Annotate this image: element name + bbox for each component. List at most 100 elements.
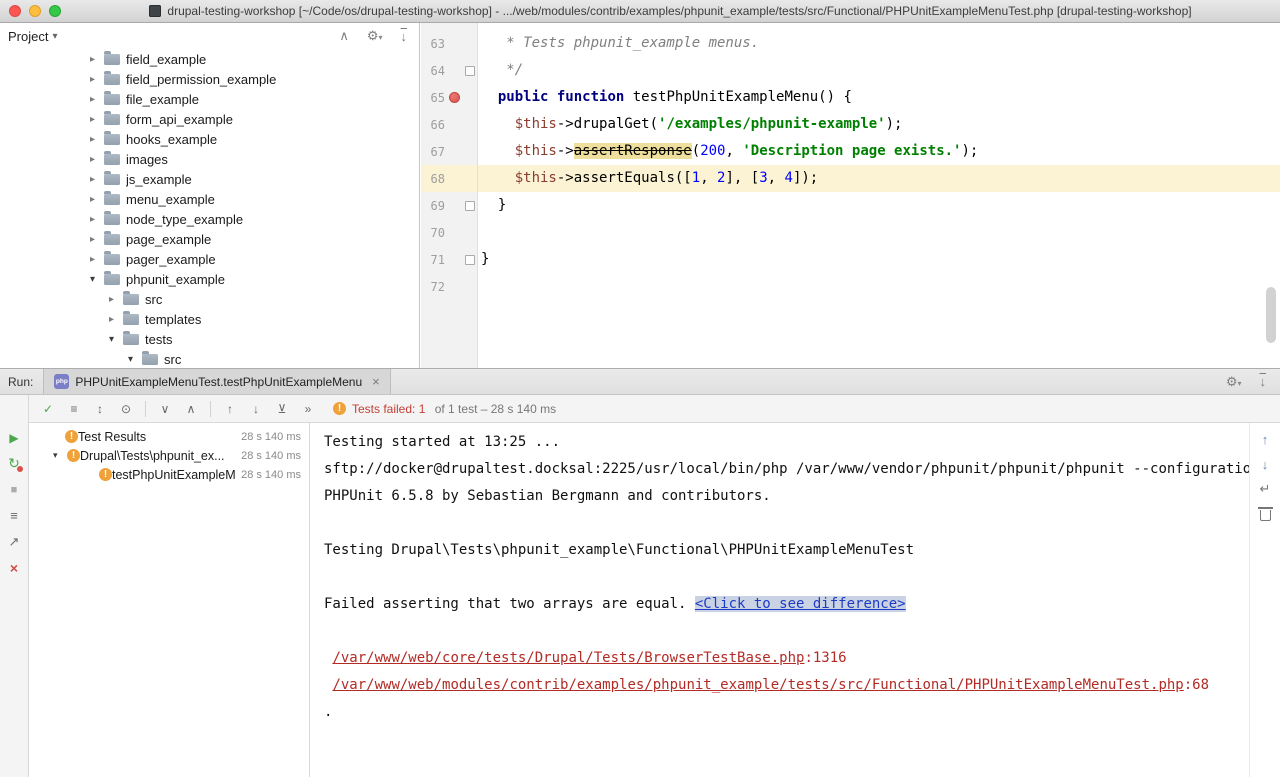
code-line[interactable]: 66 $this->drupalGet('/examples/phpunit-e… <box>421 111 1280 138</box>
fold-marker-icon[interactable] <box>463 201 476 211</box>
close-tab-icon[interactable]: × <box>372 374 380 389</box>
code-line[interactable]: 63 * Tests phpunit_example menus. <box>421 30 1280 57</box>
project-panel-title[interactable]: Project <box>8 29 48 44</box>
project-tree-item[interactable]: ▸images <box>0 149 419 169</box>
editor[interactable]: 63 * Tests phpunit_example menus.64 */65… <box>421 23 1280 368</box>
project-tree-item[interactable]: ▸pager_example <box>0 249 419 269</box>
chevron-right-icon[interactable]: ▸ <box>90 254 104 265</box>
project-tree-item[interactable]: ▸field_example <box>0 49 419 69</box>
test-tree-item[interactable]: ▾!Drupal\Tests\phpunit_ex...28 s 140 ms <box>29 446 309 465</box>
soft-wrap-icon[interactable]: ↵ <box>1256 481 1274 497</box>
previous-failed-test-icon[interactable]: ↑ <box>219 399 241 419</box>
collapse-all-icon[interactable]: ∧ <box>339 28 349 44</box>
chevron-down-icon[interactable]: ▾ <box>53 450 67 461</box>
code-token: * Tests phpunit_example menus. <box>481 35 759 51</box>
project-tree-item[interactable]: ▸page_example <box>0 229 419 249</box>
hide-run-panel-icon[interactable]: ↓ <box>1260 374 1267 389</box>
chevron-right-icon[interactable]: ▸ <box>90 94 104 105</box>
project-tree-item[interactable]: ▸node_type_example <box>0 209 419 229</box>
chevron-right-icon[interactable]: ▸ <box>90 194 104 205</box>
breakpoint-icon[interactable] <box>445 92 463 103</box>
chevron-right-icon[interactable]: ▸ <box>90 114 104 125</box>
project-tree-item[interactable]: ▸src <box>0 289 419 309</box>
stacktrace-file-link[interactable]: /var/www/web/modules/contrib/examples/ph… <box>332 677 1183 693</box>
test-console[interactable]: Testing started at 13:25 ...sftp://docke… <box>310 423 1250 777</box>
restore-layout-button[interactable]: ≡ <box>3 505 25 526</box>
collapse-all-icon[interactable]: ∧ <box>180 399 202 419</box>
hide-panel-icon[interactable]: ↓ <box>401 29 408 44</box>
chevron-down-icon[interactable]: ▾ <box>90 274 104 285</box>
scroll-up-icon[interactable]: ↑ <box>1256 431 1274 447</box>
run-left-toolbar: ▶ ↻ ■ ≡ ↗ × <box>0 395 29 777</box>
editor-gutter <box>421 23 478 30</box>
show-passed-icon[interactable]: ✓ <box>37 399 59 419</box>
chevron-down-icon[interactable]: ▾ <box>52 31 57 42</box>
code-line[interactable]: 64 */ <box>421 57 1280 84</box>
close-run-panel-button[interactable]: × <box>3 557 25 578</box>
project-tree-item[interactable]: ▸form_api_example <box>0 109 419 129</box>
open-results-button[interactable]: ↗ <box>3 531 25 552</box>
code-token: } <box>481 197 506 213</box>
project-tree-item[interactable]: ▾src <box>0 349 419 368</box>
code-line[interactable]: 72 <box>421 273 1280 300</box>
chevron-right-icon[interactable]: ▸ <box>109 294 123 305</box>
fold-marker-icon[interactable] <box>463 255 476 265</box>
minimize-window-button[interactable] <box>29 5 41 17</box>
import-test-results-icon[interactable]: ⊻ <box>271 399 293 419</box>
fold-marker-icon[interactable] <box>463 66 476 76</box>
project-tree-item[interactable]: ▸file_example <box>0 89 419 109</box>
clear-console-icon[interactable] <box>1256 506 1274 522</box>
expand-all-icon[interactable]: ∨ <box>154 399 176 419</box>
sort-alphabetically-icon[interactable]: ↕ <box>89 399 111 419</box>
project-tree-item[interactable]: ▾ tests <box>0 329 419 349</box>
show-ignored-icon[interactable]: ≡ <box>63 399 85 419</box>
gear-glyph: ⚙ <box>367 28 379 43</box>
code-line[interactable]: 70 <box>421 219 1280 246</box>
editor-gutter: 69 <box>421 192 478 219</box>
chevron-right-icon[interactable]: ▸ <box>90 174 104 185</box>
fold-box <box>465 255 475 265</box>
test-tree-item[interactable]: !testPhpUnitExampleM28 s 140 ms <box>29 465 309 484</box>
chevron-right-icon[interactable]: ▸ <box>90 54 104 65</box>
rerun-test-button[interactable]: ▶ <box>3 427 25 448</box>
test-tree-item[interactable]: !Test Results28 s 140 ms <box>29 427 309 446</box>
folder-name: tests <box>145 332 172 347</box>
project-tree-item[interactable]: ▸field_permission_example <box>0 69 419 89</box>
code-text: $this->assertEquals([1, 2], [3, 4]); <box>478 165 1280 192</box>
rerun-failed-tests-button[interactable]: ↻ <box>3 453 25 474</box>
project-tree-item[interactable]: ▾phpunit_example <box>0 269 419 289</box>
code-line[interactable]: 69 } <box>421 192 1280 219</box>
gear-icon[interactable]: ⚙▾ <box>367 28 383 44</box>
code-token: ], [ <box>725 170 759 186</box>
fold-box <box>465 66 475 76</box>
chevron-right-icon[interactable]: ▸ <box>109 314 123 325</box>
stop-button[interactable]: ■ <box>3 479 25 500</box>
project-tree-item[interactable]: ▸js_example <box>0 169 419 189</box>
run-tab[interactable]: php PHPUnitExampleMenuTest.testPhpUnitEx… <box>43 369 390 394</box>
chevron-down-icon[interactable]: ▾ <box>109 334 123 345</box>
code-line[interactable]: 67 $this->assertResponse(200, 'Descripti… <box>421 138 1280 165</box>
zoom-window-button[interactable] <box>49 5 61 17</box>
project-tree-item[interactable]: ▸hooks_example <box>0 129 419 149</box>
next-failed-test-icon[interactable]: ↓ <box>245 399 267 419</box>
chevron-right-icon[interactable]: ▸ <box>90 74 104 85</box>
stacktrace-file-link[interactable]: /var/www/web/core/tests/Drupal/Tests/Bro… <box>332 650 804 666</box>
code-line[interactable]: 71} <box>421 246 1280 273</box>
code-line[interactable]: 68 $this->assertEquals([1, 2], [3, 4]); <box>421 165 1280 192</box>
chevron-right-icon[interactable]: ▸ <box>90 134 104 145</box>
run-settings-gear-icon[interactable]: ⚙▾ <box>1226 374 1242 390</box>
sort-by-duration-icon[interactable]: ⊙ <box>115 399 137 419</box>
chevron-down-icon[interactable]: ▾ <box>128 354 142 365</box>
code-line[interactable]: 65 public function testPhpUnitExampleMen… <box>421 84 1280 111</box>
chevron-right-icon[interactable]: ▸ <box>90 234 104 245</box>
chevron-right-icon[interactable]: ▸ <box>90 154 104 165</box>
project-tree-item[interactable]: ▸menu_example <box>0 189 419 209</box>
click-to-see-difference-link[interactable]: <Click to see difference> <box>695 596 906 612</box>
chevron-right-icon[interactable]: ▸ <box>90 214 104 225</box>
toolbar-more-icon[interactable]: » <box>297 399 319 419</box>
project-tree-item[interactable]: ▸ templates <box>0 309 419 329</box>
folder-name: templates <box>145 312 201 327</box>
editor-scrollbar-thumb[interactable] <box>1266 287 1276 343</box>
scroll-down-icon[interactable]: ↓ <box>1256 456 1274 472</box>
close-window-button[interactable] <box>9 5 21 17</box>
